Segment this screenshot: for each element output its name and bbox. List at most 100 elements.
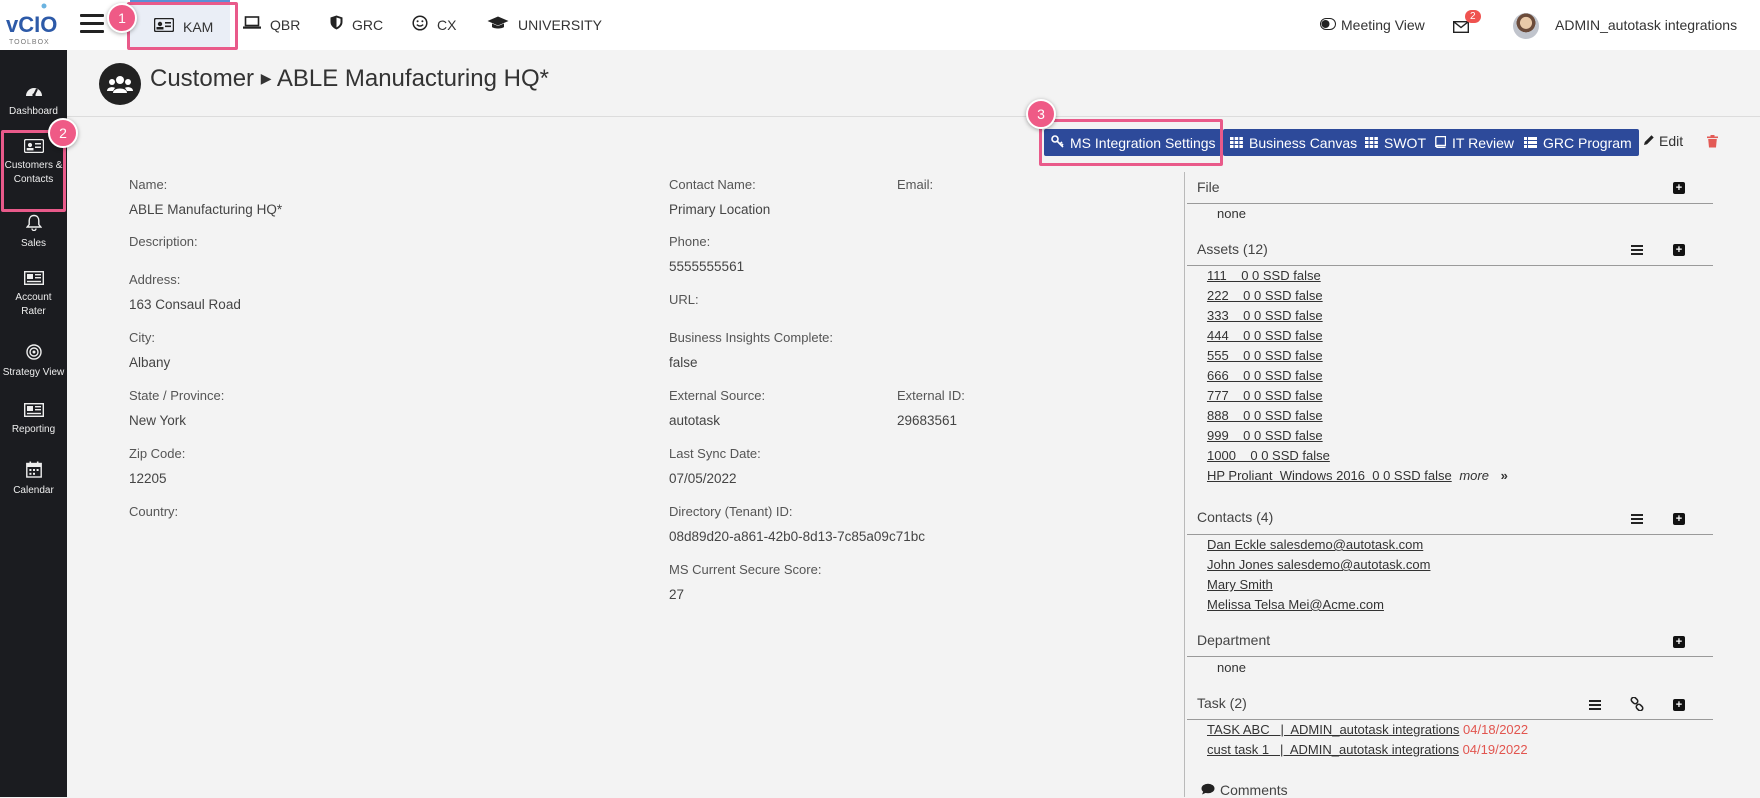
asset-link[interactable]: HP Proliant Windows 2016 0 0 SSD false [1207, 468, 1452, 483]
address-label: Address: [129, 272, 181, 287]
customer-name-title: ABLE Manufacturing HQ* [276, 65, 549, 92]
dashboard-icon [0, 83, 67, 101]
book-icon [1435, 135, 1447, 151]
comments-section-title[interactable]: Comments [1201, 782, 1288, 798]
contact-item[interactable]: Dan Eckle salesdemo@autotask.com [1207, 537, 1423, 552]
asset-item[interactable]: 333 0 0 SSD false [1207, 308, 1323, 323]
tab-university[interactable]: UNIVERSITY [487, 0, 602, 50]
asset-link[interactable]: 777 0 0 SSD false [1207, 388, 1323, 403]
external-id-value: 29683561 [897, 413, 958, 428]
asset-link[interactable]: 999 0 0 SSD false [1207, 428, 1323, 443]
sidebar-item-dashboard[interactable]: Dashboard [0, 83, 67, 119]
add-file-icon[interactable]: + [1673, 182, 1685, 194]
sidebar-item-account-rater[interactable]: Account Rater [0, 270, 67, 319]
task-link[interactable]: cust task 1 | ADMIN_autotask integration… [1207, 742, 1459, 757]
it-review-button[interactable]: IT Review [1428, 129, 1521, 156]
asset-link[interactable]: 444 0 0 SSD false [1207, 328, 1323, 343]
vcio-logo[interactable]: vCIO TOOLBOX [0, 0, 67, 50]
sidebar-item-reporting[interactable]: Reporting [0, 402, 67, 437]
tab-qbr-label: QBR [270, 17, 301, 33]
asset-item[interactable]: 1000 0 0 SSD false [1207, 448, 1330, 463]
grc-program-button[interactable]: GRC Program [1517, 129, 1639, 156]
add-contact-icon[interactable]: + [1673, 513, 1685, 525]
sidebar-item-sales[interactable]: Sales [0, 214, 67, 251]
contacts-list-icon[interactable] [1631, 514, 1643, 526]
zip-value: 12205 [129, 471, 167, 486]
department-section-title: Department [1197, 632, 1271, 648]
add-department-icon[interactable]: + [1673, 636, 1685, 648]
task-list-icon[interactable] [1589, 700, 1601, 712]
asset-link[interactable]: 111 0 0 SSD false [1207, 268, 1321, 283]
asset-item[interactable]: 444 0 0 SSD false [1207, 328, 1323, 343]
asset-link[interactable]: 1000 0 0 SSD false [1207, 448, 1330, 463]
link-icon[interactable] [1630, 696, 1644, 716]
asset-item[interactable]: 555 0 0 SSD false [1207, 348, 1323, 363]
task-item[interactable]: cust task 1 | ADMIN_autotask integration… [1207, 742, 1528, 757]
zip-label: Zip Code: [129, 446, 186, 461]
contact-item[interactable]: Mary Smith [1207, 577, 1273, 592]
file-empty: none [1217, 206, 1246, 221]
it-review-label: IT Review [1452, 134, 1514, 151]
page-section: Customer [150, 65, 255, 92]
name-value: ABLE Manufacturing HQ* [129, 202, 283, 217]
edit-button[interactable]: Edit [1643, 133, 1683, 149]
asset-link[interactable]: 333 0 0 SSD false [1207, 308, 1323, 323]
asset-link[interactable]: 888 0 0 SSD false [1207, 408, 1323, 423]
meeting-view-toggle[interactable]: Meeting View [1320, 0, 1425, 50]
contact-link[interactable]: Melissa Telsa Mei@Acme.com [1207, 597, 1384, 612]
divider [1187, 265, 1713, 266]
contact-item[interactable]: John Jones salesdemo@autotask.com [1207, 557, 1430, 572]
task-item[interactable]: TASK ABC | ADMIN_autotask integrations 0… [1207, 722, 1528, 737]
contact-link[interactable]: Dan Eckle salesdemo@autotask.com [1207, 537, 1423, 552]
tenant-id-value: 08d89d20-a861-42b0-8d13-7c85a09c71bc [669, 529, 925, 544]
asset-item[interactable]: 111 0 0 SSD false [1207, 268, 1321, 283]
external-id-label: External ID: [897, 388, 965, 403]
asset-item[interactable]: 666 0 0 SSD false [1207, 368, 1323, 383]
more-link[interactable]: more [1459, 468, 1489, 483]
user-avatar[interactable] [1513, 13, 1539, 39]
assets-list-icon[interactable] [1631, 245, 1643, 257]
last-sync-value: 07/05/2022 [669, 471, 737, 486]
sidebar-item-calendar[interactable]: Calendar [0, 461, 67, 498]
asset-link[interactable]: 555 0 0 SSD false [1207, 348, 1323, 363]
tab-qbr[interactable]: QBR [243, 0, 300, 50]
sidebar-item-strategy-view[interactable]: Strategy View [0, 344, 67, 380]
asset-item[interactable]: 222 0 0 SSD false [1207, 288, 1323, 303]
secure-score-label: MS Current Secure Score: [669, 562, 822, 577]
contact-item[interactable]: Melissa Telsa Mei@Acme.com [1207, 597, 1384, 612]
asset-item[interactable]: 777 0 0 SSD false [1207, 388, 1323, 403]
task-link[interactable]: TASK ABC | ADMIN_autotask integrations [1207, 722, 1459, 737]
secure-score-value: 27 [669, 587, 685, 602]
sidebar-item-label: Reporting [11, 424, 56, 435]
user-name[interactable]: ADMIN_autotask integrations [1555, 0, 1737, 50]
task-due-date: 04/19/2022 [1462, 742, 1528, 757]
business-canvas-button[interactable]: Business Canvas [1223, 129, 1365, 156]
list-icon [1524, 135, 1537, 151]
add-task-icon[interactable]: + [1673, 699, 1685, 711]
hamburger-menu-icon[interactable] [80, 14, 104, 34]
asset-link[interactable]: 666 0 0 SSD false [1207, 368, 1323, 383]
asset-item[interactable]: HP Proliant Windows 2016 0 0 SSD false m… [1207, 468, 1508, 483]
step-badge-1: 1 [107, 3, 137, 33]
tab-grc[interactable]: GRC [330, 0, 383, 50]
asset-link[interactable]: 222 0 0 SSD false [1207, 288, 1323, 303]
sidebar-item-label: Calendar [13, 485, 54, 496]
grid-icon [1365, 135, 1378, 151]
bell-icon [0, 214, 67, 233]
asset-item[interactable]: 888 0 0 SSD false [1207, 408, 1323, 423]
department-empty: none [1217, 660, 1246, 675]
contact-link[interactable]: John Jones salesdemo@autotask.com [1207, 557, 1430, 572]
asset-item[interactable]: 999 0 0 SSD false [1207, 428, 1323, 443]
delete-icon[interactable] [1707, 135, 1718, 153]
swot-button[interactable]: SWOT [1358, 129, 1433, 156]
highlight-kam-tab [127, 2, 238, 50]
divider [1187, 656, 1713, 657]
tab-cx[interactable]: CX [412, 0, 456, 50]
double-chevron-right-icon[interactable]: » [1501, 468, 1508, 483]
contact-link[interactable]: Mary Smith [1207, 577, 1273, 592]
swot-label: SWOT [1384, 134, 1426, 151]
assets-section-title: Assets (12) [1197, 241, 1268, 257]
add-asset-icon[interactable]: + [1673, 244, 1685, 256]
messages-button[interactable]: 2 [1451, 10, 1483, 38]
envelope-icon [1452, 20, 1470, 38]
